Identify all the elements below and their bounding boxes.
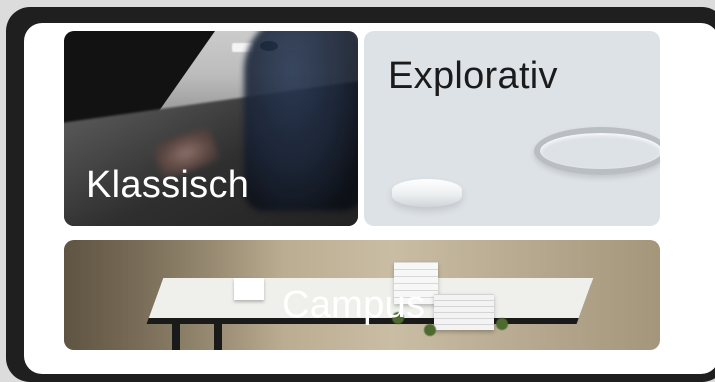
photo-model-building [434,294,494,330]
screen: Klassisch Explorativ Campus [24,23,715,374]
photo-model-tree [424,324,436,336]
card-explorativ[interactable]: Explorativ [364,31,660,226]
photo-model-building [234,278,264,300]
ring-object-icon [534,127,660,175]
photo-table-leg [172,322,180,350]
photo-person [244,31,358,211]
card-label-explorativ: Explorativ [388,55,558,97]
card-label-campus: Campus [282,284,426,326]
card-label-klassisch: Klassisch [86,164,250,206]
photo-table-leg [214,322,222,350]
card-campus[interactable]: Campus [64,240,660,350]
dish-object-icon [392,179,462,207]
photo-model-tree [496,318,508,330]
card-klassisch[interactable]: Klassisch [64,31,358,226]
device-frame: Klassisch Explorativ Campus [6,7,715,382]
